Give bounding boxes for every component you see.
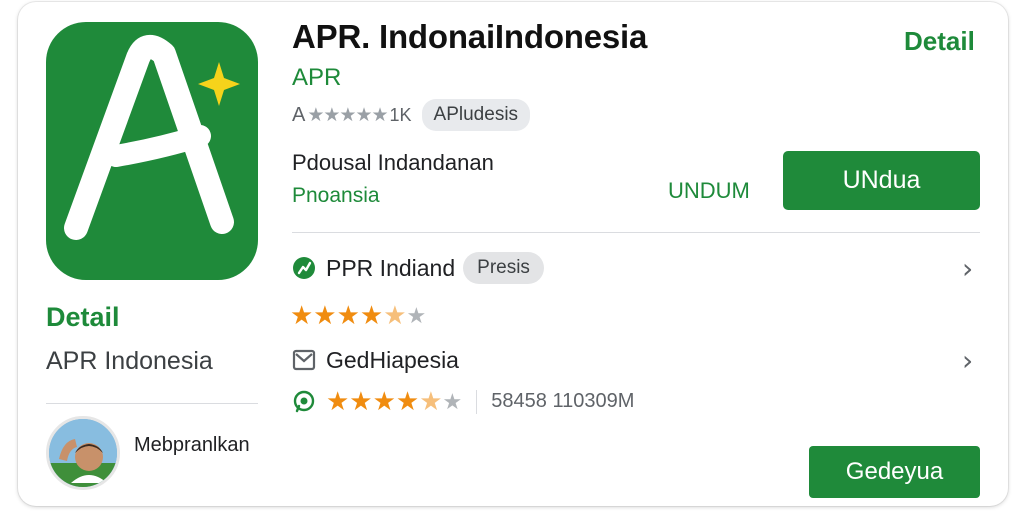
rating-count: 1K <box>389 104 412 125</box>
rating-prefix: A <box>292 103 306 126</box>
rating-star-half-icon: ★ <box>383 300 407 330</box>
play-store-icon <box>292 256 316 280</box>
app-region: Pnoansia <box>292 184 380 207</box>
chevron-right-icon[interactable]: › <box>962 252 973 285</box>
person-avatar-icon <box>49 419 117 487</box>
left-detail-link[interactable]: Detail <box>46 302 120 333</box>
list-item-chip[interactable]: Presis <box>463 252 544 284</box>
avatar-caption: Mebpranlkan <box>134 434 250 456</box>
rating-star-empty-icon: ★ <box>442 388 463 414</box>
app-icon[interactable] <box>46 22 258 280</box>
whatsapp-icon <box>292 390 316 414</box>
separator <box>476 389 478 414</box>
detail-link[interactable]: Detail <box>904 26 975 57</box>
rating-row: A ★★★★★ 1K APludesis <box>292 99 531 131</box>
list-item-rating: ★★★★ ★ ★ 58458 110309M <box>292 386 634 417</box>
list-item[interactable]: PPR Indiand Presis <box>292 250 544 286</box>
list-item-rating: ★★★★ ★ ★ <box>290 300 426 331</box>
category-chip[interactable]: APludesis <box>421 99 531 131</box>
rating-stars-full-icon: ★★★★ <box>290 300 384 330</box>
avatar[interactable] <box>46 416 120 490</box>
list-item-label: GedHiapesia <box>326 346 459 373</box>
undum-label[interactable]: UNDUM <box>668 178 750 204</box>
sparkle-icon <box>198 62 240 106</box>
chevron-right-icon[interactable]: › <box>962 344 973 377</box>
install-button[interactable]: UNdua <box>783 151 980 210</box>
right-divider <box>292 232 980 233</box>
app-title: APR. IndonaiIndonesia <box>292 18 648 55</box>
letter-a-logo-icon <box>64 35 240 240</box>
publisher-link[interactable]: APR <box>292 64 341 92</box>
rating-stars-icon: ★★★★★ <box>307 104 388 126</box>
left-divider <box>46 403 258 404</box>
app-description: Pdousal Indandanan <box>292 150 494 175</box>
mail-icon <box>292 348 316 372</box>
list-item[interactable]: GedHiapesia <box>292 342 459 378</box>
secondary-button[interactable]: Gedeyua <box>809 446 980 498</box>
list-item-label: PPR Indiand <box>326 254 456 281</box>
rating-stars-full-icon: ★★★★ <box>326 386 420 416</box>
list-item-meta: 58458 110309M <box>491 390 635 412</box>
rating-star-empty-icon: ★ <box>406 302 427 328</box>
rating-star-half-icon: ★ <box>419 386 443 416</box>
left-app-name: APR Indonesia <box>46 347 213 375</box>
